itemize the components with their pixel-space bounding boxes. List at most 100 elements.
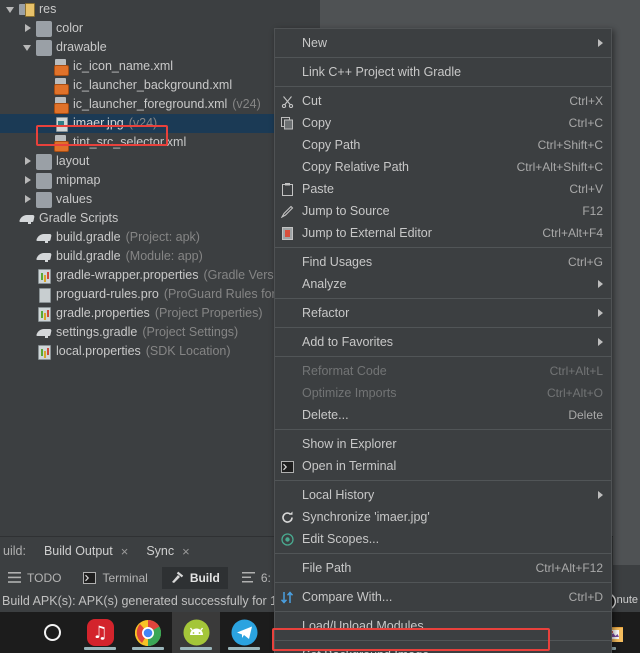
tree-row[interactable]: build.gradle (Project: apk)	[0, 228, 320, 247]
tree-row-label: tint_src_selector.xml	[73, 135, 187, 149]
menu-separator	[275, 640, 611, 641]
close-icon[interactable]: ×	[121, 544, 129, 559]
menu-item-copy[interactable]: Copy Ctrl+C	[275, 112, 611, 134]
menu-item-reformat-code: Reformat Code Ctrl+Alt+L	[275, 360, 611, 382]
tree-row-annotation: (ProGuard Rules for	[163, 287, 276, 301]
chevron-right-icon[interactable]	[23, 156, 34, 167]
res-folder-icon	[19, 2, 35, 18]
tree-row[interactable]: res	[0, 0, 320, 19]
menu-separator	[275, 86, 611, 87]
tree-row[interactable]: tint_src_selector.xml	[0, 133, 320, 152]
menu-item-shortcut: Ctrl+C	[568, 116, 603, 130]
menu-item-copy-relative-path[interactable]: Copy Relative Path Ctrl+Alt+Shift+C	[275, 156, 611, 178]
menu-item-copy-path[interactable]: Copy Path Ctrl+Shift+C	[275, 134, 611, 156]
tab-sync[interactable]: Sync ×	[146, 544, 189, 559]
chevron-right-icon[interactable]	[23, 194, 34, 205]
tree-row[interactable]: gradle-wrapper.properties (Gradle Vers	[0, 266, 320, 285]
folder-icon	[36, 191, 52, 208]
tree-row-label: gradle.properties	[56, 306, 150, 320]
android-studio-icon[interactable]	[172, 612, 220, 653]
menu-item-delete[interactable]: Delete... Delete	[275, 404, 611, 426]
folder-icon	[36, 153, 52, 170]
tree-row[interactable]: layout	[0, 152, 320, 171]
tree-row-label: values	[56, 192, 93, 206]
menu-item-label: Link C++ Project with Gradle	[302, 65, 462, 79]
menu-item-shortcut: Ctrl+Alt+O	[546, 386, 603, 400]
tree-row[interactable]: Gradle Scripts	[0, 209, 320, 228]
menu-item-label: Jump to Source	[302, 204, 390, 218]
menu-item-add-to-favorites[interactable]: Add to Favorites	[275, 331, 611, 353]
tool-button-terminal[interactable]: Terminal	[75, 567, 155, 589]
refresh-icon	[277, 506, 297, 528]
menu-item-label: Add to Favorites	[302, 335, 394, 349]
tree-row[interactable]: gradle.properties (Project Properties)	[0, 304, 320, 323]
tab-build-output[interactable]: Build Output ×	[44, 544, 128, 559]
tool-button-todo[interactable]: TODO	[0, 567, 69, 589]
menu-separator	[275, 582, 611, 583]
tree-row[interactable]: ic_icon_name.xml	[0, 57, 320, 76]
menu-item-local-history[interactable]: Local History	[275, 484, 611, 506]
netease-music-icon[interactable]: ♫	[76, 612, 124, 653]
tree-row[interactable]: settings.gradle (Project Settings)	[0, 323, 320, 342]
tree-row-annotation: (Project Settings)	[142, 325, 239, 339]
tree-row[interactable]: values	[0, 190, 320, 209]
tree-row[interactable]: proguard-rules.pro (ProGuard Rules for	[0, 285, 320, 304]
tool-button-build[interactable]: Build	[161, 566, 228, 589]
tree-row[interactable]: color	[0, 19, 320, 38]
chevron-down-icon[interactable]	[23, 42, 34, 53]
menu-item-paste[interactable]: Paste Ctrl+V	[275, 178, 611, 200]
menu-item-label: File Path	[302, 561, 352, 575]
close-icon[interactable]: ×	[182, 544, 190, 559]
file-context-menu[interactable]: New Link C++ Project with Gradle Cut Ctrl+X…	[274, 28, 612, 653]
menu-item-set-background-image[interactable]: Set Background Image	[275, 644, 611, 653]
tree-row[interactable]: ic_launcher_foreground.xml (v24)	[0, 95, 320, 114]
chevron-right-icon[interactable]	[23, 23, 34, 34]
image-file-icon	[53, 116, 69, 132]
tool-button-todo-label: TODO	[27, 570, 62, 585]
telegram-icon[interactable]	[220, 612, 268, 653]
menu-item-show-in-explorer[interactable]: Show in Explorer	[275, 433, 611, 455]
menu-item-optimize-imports: Optimize Imports Ctrl+Alt+O	[275, 382, 611, 404]
menu-item-synchronize-imaer-jpg[interactable]: Synchronize 'imaer.jpg'	[275, 506, 611, 528]
tree-row-label: gradle-wrapper.properties	[56, 268, 199, 282]
tree-row[interactable]: local.properties (SDK Location)	[0, 342, 320, 361]
menu-item-compare-with[interactable]: Compare With... Ctrl+D	[275, 586, 611, 608]
menu-item-new[interactable]: New	[275, 32, 611, 54]
menu-item-analyze[interactable]: Analyze	[275, 273, 611, 295]
gradle-icon	[36, 325, 52, 341]
menu-separator	[275, 480, 611, 481]
menu-item-link-c-project-with-gradle[interactable]: Link C++ Project with Gradle	[275, 61, 611, 83]
tree-row-label: proguard-rules.pro	[56, 287, 159, 301]
project-tree-panel[interactable]: res color drawable ic_icon_name.xml ic_launc…	[0, 0, 320, 536]
chevron-right-icon[interactable]	[23, 175, 34, 186]
menu-item-load-unload-modules[interactable]: Load/Unload Modules...	[275, 615, 611, 637]
tree-row[interactable]: mipmap	[0, 171, 320, 190]
tree-row-label: imaer.jpg	[73, 116, 124, 130]
tree-row-label: ic_launcher_foreground.xml	[73, 97, 228, 111]
menu-item-open-in-terminal[interactable]: Open in Terminal	[275, 455, 611, 477]
menu-separator	[275, 429, 611, 430]
recents-circle-icon[interactable]	[28, 612, 76, 653]
menu-item-jump-to-external-editor[interactable]: Jump to External Editor Ctrl+Alt+F4	[275, 222, 611, 244]
menu-item-file-path[interactable]: File Path Ctrl+Alt+F12	[275, 557, 611, 579]
menu-item-refactor[interactable]: Refactor	[275, 302, 611, 324]
tree-row-label: build.gradle	[56, 249, 121, 263]
terminal-icon	[83, 571, 97, 584]
tree-row[interactable]: imaer.jpg (v24)	[0, 114, 320, 133]
tree-row-label: drawable	[56, 40, 107, 54]
tree-row[interactable]: drawable	[0, 38, 320, 57]
menu-item-cut[interactable]: Cut Ctrl+X	[275, 90, 611, 112]
tree-row-annotation: (Gradle Vers	[203, 268, 274, 282]
menu-item-label: Optimize Imports	[302, 386, 397, 400]
menu-item-shortcut: Ctrl+Alt+L	[549, 364, 603, 378]
hammer-icon	[170, 571, 184, 584]
menu-item-edit-scopes[interactable]: Edit Scopes...	[275, 528, 611, 550]
chevron-down-icon[interactable]	[6, 4, 17, 15]
tree-row[interactable]: build.gradle (Module: app)	[0, 247, 320, 266]
tree-row[interactable]: ic_launcher_background.xml	[0, 76, 320, 95]
chrome-icon[interactable]	[124, 612, 172, 653]
menu-item-jump-to-source[interactable]: Jump to Source F12	[275, 200, 611, 222]
menu-item-find-usages[interactable]: Find Usages Ctrl+G	[275, 251, 611, 273]
